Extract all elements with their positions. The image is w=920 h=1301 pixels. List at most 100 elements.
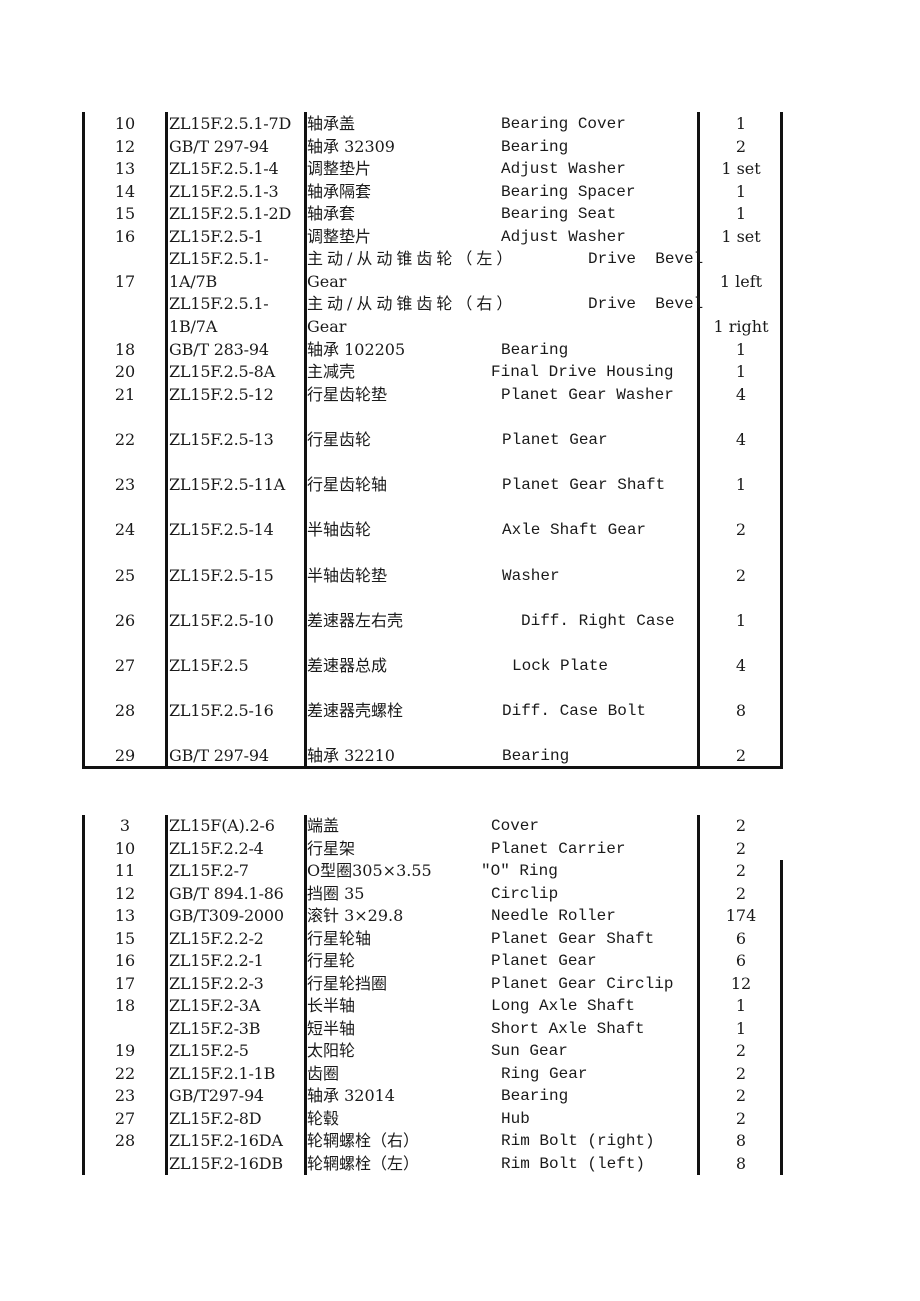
part-name-cn: 行星齿轮	[307, 430, 372, 449]
item-number: 21	[114, 384, 136, 404]
part-name-en: Washer	[502, 566, 560, 585]
part-name-cn: 轴承 102205	[307, 339, 406, 359]
part-name-en: Adjust Washer	[501, 227, 626, 246]
item-number: 16	[114, 226, 136, 246]
part-name-en: Circlip	[491, 884, 559, 903]
item-number: 13	[114, 159, 136, 178]
part-name-en-continued: Gear	[307, 316, 347, 336]
quantity: 2	[735, 746, 747, 765]
part-code: ZL15F.2.5-8A	[169, 362, 275, 381]
item-number: 27	[114, 655, 136, 675]
part-name-en: Bearing Seat	[501, 205, 617, 223]
item-number: 14	[114, 181, 136, 201]
part-code: ZL15F.2-7	[169, 861, 249, 880]
part-name-en-continued: Gear	[307, 271, 347, 291]
item-number: 17	[114, 973, 136, 993]
part-name-en: Bearing	[501, 1087, 569, 1105]
part-name-en: Ring Gear	[501, 1064, 588, 1083]
part-code: ZL15F.2.5.1-3	[169, 181, 279, 201]
part-code: ZL15F.2.5-15	[169, 565, 274, 585]
quantity: 1	[735, 204, 747, 223]
part-name-en: Adjust Washer	[501, 160, 626, 178]
part-name-cn: 轴承盖	[307, 114, 356, 133]
part-name-cn: 差速器左右壳	[307, 610, 404, 630]
part-name-en: Planet Carrier	[491, 839, 626, 858]
part-code: ZL15F.2.5.1-2D	[169, 204, 292, 223]
part-code: GB/T309-2000	[169, 906, 284, 925]
quantity: 1	[735, 996, 747, 1015]
part-name-en: Rim Bolt (right)	[501, 1132, 655, 1150]
part-name-cn: 调整垫片	[307, 226, 372, 246]
quantity: 1	[735, 362, 747, 381]
part-code: ZL15F.2.1-1B	[169, 1063, 276, 1083]
item-number: 16	[114, 951, 136, 970]
part-name-cn: 端盖	[307, 816, 340, 835]
part-code: ZL15F.2.2-1	[169, 951, 264, 970]
part-name-en: Diff. Case Bolt	[502, 701, 647, 720]
quantity: 2	[735, 565, 747, 585]
part-code: ZL15F.2.5-13	[169, 430, 274, 449]
part-code: ZL15F.2.5-1	[169, 226, 264, 246]
part-code: ZL15F.2.2-2	[169, 928, 264, 948]
part-code: ZL15F.2-3A	[169, 996, 261, 1015]
quantity: 2	[735, 136, 747, 156]
part-name-cn: 短半轴	[307, 1018, 356, 1038]
quantity: 2	[735, 1063, 747, 1083]
part-code: GB/T 283-94	[169, 339, 269, 359]
part-name-cn: 轴承隔套	[307, 181, 372, 201]
part-name-en: Long Axle Shaft	[491, 997, 636, 1015]
part-name-cn: 主减壳	[307, 362, 356, 381]
item-number: 18	[114, 339, 136, 359]
part-name-cn: 行星架	[307, 838, 356, 858]
item-number: 28	[114, 700, 136, 720]
part-name-en: Lock Plate	[512, 656, 609, 675]
quantity: 12	[730, 973, 752, 993]
part-code: GB/T 894.1-86	[169, 883, 284, 903]
part-name-cn: 轴承 32309	[307, 136, 395, 156]
item-number: 29	[114, 746, 136, 765]
part-name-en: Sun Gear	[491, 1042, 568, 1060]
part-code: ZL15F(A).2-6	[169, 816, 275, 835]
part-name-cn: O型圈305×3.55	[307, 861, 432, 880]
quantity: 2	[735, 883, 747, 903]
quantity: 2	[735, 1086, 747, 1105]
part-name-cn: 滚针 3×29.8	[307, 906, 404, 925]
part-code: GB/T 297-94	[169, 136, 269, 156]
part-name-cn: 挡圈 35	[307, 883, 365, 903]
part-name-en: Bearing	[501, 137, 569, 156]
quantity: 8	[735, 700, 747, 720]
item-number: 23	[114, 1086, 136, 1105]
part-name-cn: 差速器壳螺栓	[307, 700, 404, 720]
part-code: GB/T 297-94	[169, 746, 269, 765]
quantity: 174	[725, 906, 757, 925]
quantity: 1	[735, 339, 747, 359]
part-name-en: Bearing	[502, 747, 570, 765]
quantity: 1	[735, 114, 747, 133]
part-name-cn: 齿圈	[307, 1063, 340, 1083]
quantity: 1 set	[721, 226, 761, 246]
item-number: 15	[114, 204, 136, 223]
item-number: 26	[114, 610, 136, 630]
part-name-en: Planet Gear Shaft	[502, 476, 666, 494]
part-code: ZL15F.2-16DA	[169, 1131, 283, 1150]
part-code: ZL15F.2.5-10	[169, 610, 274, 630]
quantity: 4	[735, 655, 747, 675]
part-name-cn: 主动/从动锥齿轮（左）	[307, 249, 517, 268]
part-name-cn: 长半轴	[307, 996, 356, 1015]
part-name-cn: 半轴齿轮	[307, 520, 372, 539]
quantity: 2	[735, 861, 747, 880]
part-name-en: Bearing Spacer	[501, 182, 636, 201]
part-name-en: Cover	[491, 817, 540, 835]
quantity: 1	[735, 181, 747, 201]
item-number: 23	[114, 475, 136, 494]
part-code: ZL15F.2.2-3	[169, 973, 264, 993]
part-name-cn: 行星齿轮垫	[307, 384, 388, 404]
item-number: 28	[114, 1131, 136, 1150]
part-name-en: Axle Shaft Gear	[502, 521, 647, 539]
item-number: 10	[114, 114, 136, 133]
item-number: 17	[114, 271, 136, 291]
quantity: 1	[735, 610, 747, 630]
quantity: 4	[735, 384, 747, 404]
part-name-cn: 行星齿轮轴	[307, 475, 388, 494]
item-number: 3	[119, 816, 131, 835]
